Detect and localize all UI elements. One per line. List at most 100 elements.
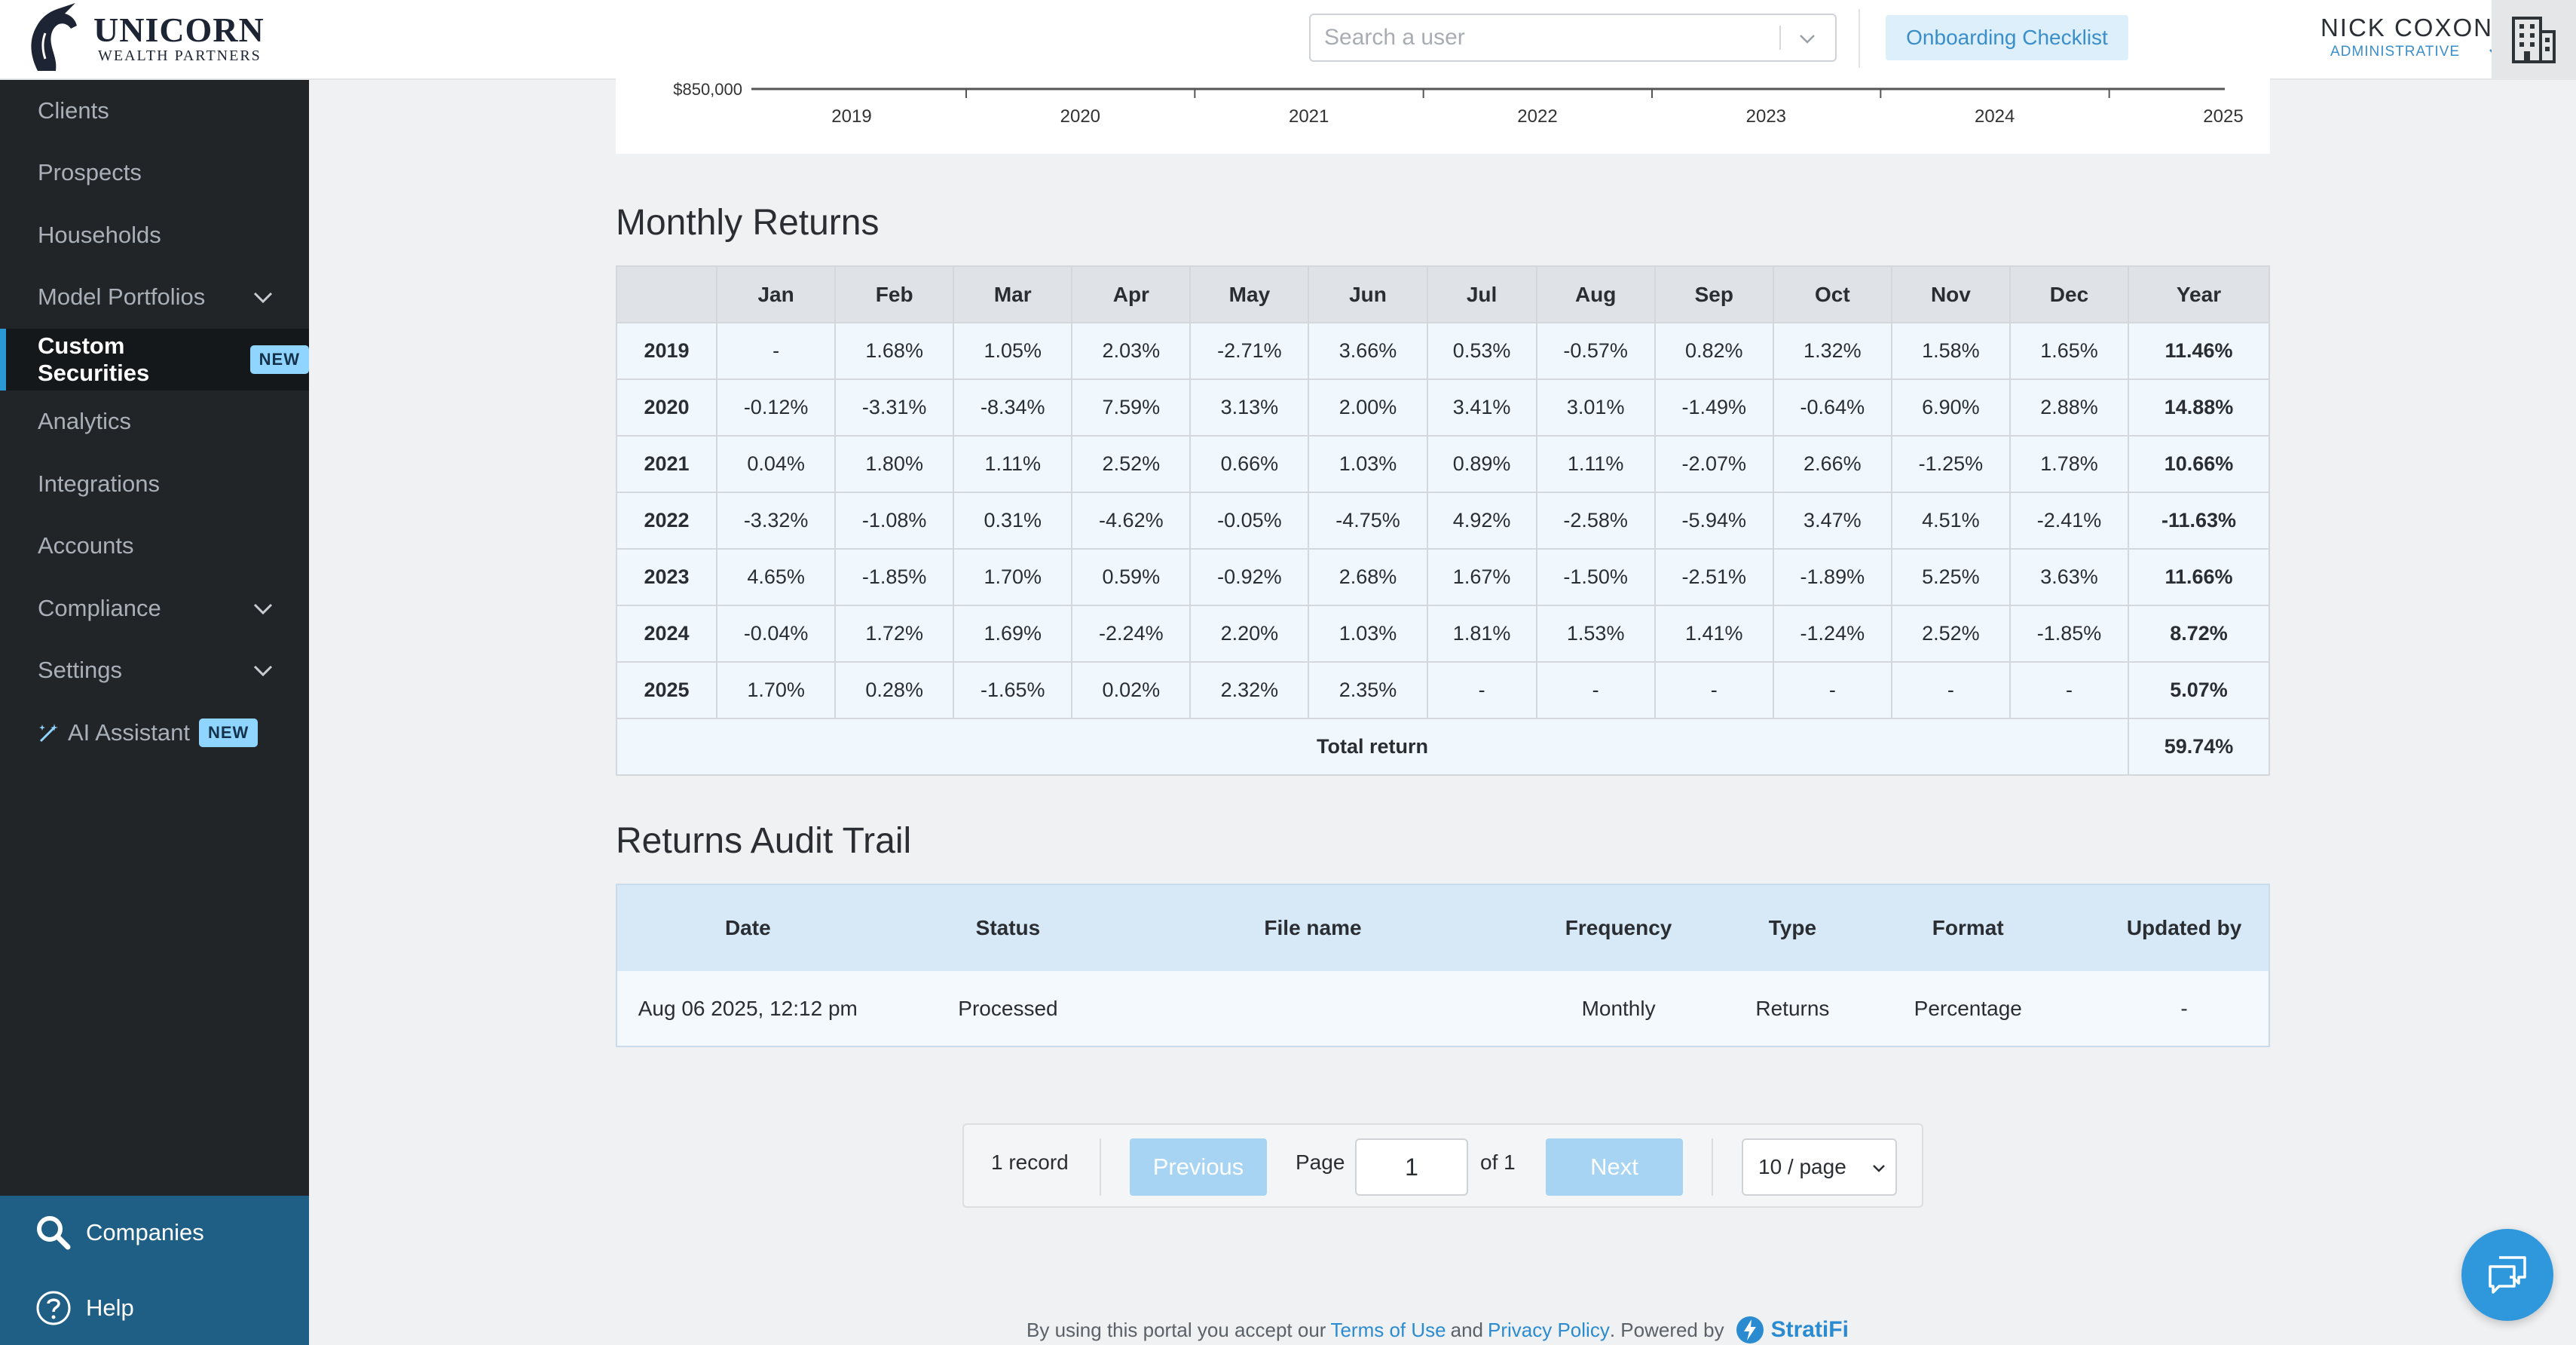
sidebar-item-compliance[interactable]: Compliance xyxy=(0,578,309,639)
user-menu[interactable]: NICK COXON ADMINISTRATIVE xyxy=(2291,14,2510,66)
return-cell: - xyxy=(716,322,837,380)
column-header-year: Year xyxy=(2128,265,2270,323)
audit-header-type: Type xyxy=(1748,884,1837,971)
return-cell: - xyxy=(1654,661,1774,719)
audit-cell-updated-by: - xyxy=(2100,971,2269,1046)
previous-button[interactable]: Previous xyxy=(1130,1138,1267,1196)
sidebar-bottom-panel: Companies Help xyxy=(0,1196,309,1345)
table-row: 2021 0.04% 1.80% 1.11% 2.52% 0.66% 1.03% 0.89% 1… xyxy=(615,435,2270,493)
sidebar-item-integrations[interactable]: Integrations xyxy=(0,453,309,515)
return-cell: 1.03% xyxy=(1308,435,1428,493)
return-cell: 0.66% xyxy=(1189,435,1310,493)
x-tick-label: 2022 xyxy=(1517,106,1557,127)
brand-name: StratiFi xyxy=(1770,1317,1849,1342)
return-cell: 0.02% xyxy=(1071,661,1192,719)
sidebar-item-prospects[interactable]: Prospects xyxy=(0,142,309,204)
sidebar-item-households[interactable]: Households xyxy=(0,204,309,266)
return-cell: 0.82% xyxy=(1654,322,1774,380)
chat-button[interactable] xyxy=(2461,1229,2553,1321)
return-cell: -1.50% xyxy=(1535,548,1656,606)
return-cell: 1.41% xyxy=(1654,605,1774,663)
returns-header-row: Jan Feb Mar Apr May Jun Jul Aug Sep Oct Nov Dec Year xyxy=(615,265,2270,323)
chevron-down-icon[interactable] xyxy=(250,597,276,620)
companies-link[interactable]: Companies xyxy=(35,1214,204,1252)
x-tick-label: 2025 xyxy=(2203,106,2243,127)
audit-header-updated-by: Updated by xyxy=(2100,884,2269,971)
row-year-label: 2024 xyxy=(615,605,718,663)
return-cell: 1.53% xyxy=(1535,605,1656,663)
chevron-down-icon[interactable] xyxy=(250,286,276,308)
stratifi-brand[interactable]: StratiFi xyxy=(1735,1315,1849,1345)
return-cell: 4.51% xyxy=(1890,492,2011,550)
sidebar-item-label: Settings xyxy=(38,657,123,683)
page-number-input[interactable] xyxy=(1355,1138,1468,1196)
return-cell: 3.63% xyxy=(2008,548,2130,606)
return-cell: 6.90% xyxy=(1890,378,2011,437)
return-cell: 1.72% xyxy=(834,605,955,663)
sidebar-item-label: Households xyxy=(38,222,161,248)
footer-prefix: By using this portal you accept our xyxy=(1026,1318,1326,1341)
return-cell: 1.03% xyxy=(1308,605,1428,663)
return-cell: 2.52% xyxy=(1071,435,1192,493)
logo-subtitle: WEALTH PARTNERS xyxy=(98,47,262,64)
return-cell: 1.65% xyxy=(2008,322,2130,380)
user-search[interactable] xyxy=(1309,14,1837,62)
annual-return-cell: 11.46% xyxy=(2128,322,2270,380)
value-chart-svg: $850,000 2019 2020 2021 2022 2023 2024 2025 xyxy=(673,80,2339,127)
table-row: 2023 4.65% -1.85% 1.70% 0.59% -0.92% 2.68% 1.67… xyxy=(615,548,2270,606)
company-logo[interactable]: UNICORN WEALTH PARTNERS xyxy=(23,3,265,74)
onboarding-checklist-button[interactable]: Onboarding Checklist xyxy=(1886,15,2128,60)
return-cell: 1.68% xyxy=(834,322,955,380)
annual-return-cell: 8.72% xyxy=(2128,605,2270,663)
sidebar-item-label: Prospects xyxy=(38,159,142,185)
page-size-value: 10 / page xyxy=(1758,1155,1846,1178)
column-header-jan: Jan xyxy=(716,265,837,323)
row-year-label: 2023 xyxy=(615,548,718,606)
column-header-may: May xyxy=(1189,265,1310,323)
sidebar-item-clients[interactable]: Clients xyxy=(0,80,309,142)
company-switcher-button[interactable] xyxy=(2492,0,2576,80)
return-cell: -2.58% xyxy=(1535,492,1656,550)
new-badge: NEW xyxy=(249,345,309,374)
sidebar-item-custom-securities[interactable]: Custom Securities NEW xyxy=(0,329,309,391)
return-cell: - xyxy=(1890,661,2011,719)
page-size-select[interactable]: 10 / page xyxy=(1742,1138,1897,1196)
return-cell: -1.85% xyxy=(834,548,955,606)
unicorn-logo-icon xyxy=(31,3,77,71)
return-cell: -0.57% xyxy=(1535,322,1656,380)
terms-link[interactable]: Terms of Use xyxy=(1330,1319,1446,1342)
monthly-returns-title: Monthly Returns xyxy=(616,203,880,243)
annual-return-cell: 5.07% xyxy=(2128,661,2270,719)
x-tick-label: 2021 xyxy=(1289,106,1329,127)
help-link[interactable]: Help xyxy=(35,1289,134,1327)
sidebar-item-label: Clients xyxy=(38,97,109,124)
sidebar-item-analytics[interactable]: Analytics xyxy=(0,391,309,452)
y-tick-label: $850,000 xyxy=(673,80,742,99)
row-year-label: 2020 xyxy=(615,378,718,437)
corner-header xyxy=(615,265,718,323)
x-tick-label: 2024 xyxy=(1975,106,2015,127)
sidebar-item-settings[interactable]: Settings xyxy=(0,639,309,701)
search-input[interactable] xyxy=(1324,15,1776,60)
next-button[interactable]: Next xyxy=(1546,1138,1683,1196)
sidebar-item-accounts[interactable]: Accounts xyxy=(0,515,309,577)
chevron-down-icon[interactable] xyxy=(250,659,276,682)
magic-wand-icon xyxy=(39,724,58,743)
chevron-down-icon[interactable] xyxy=(1796,27,1819,50)
privacy-link[interactable]: Privacy Policy xyxy=(1488,1319,1610,1342)
sidebar-item-model-portfolios[interactable]: Model Portfolios xyxy=(0,266,309,328)
return-cell: 1.05% xyxy=(953,322,1073,380)
return-cell: 2.20% xyxy=(1189,605,1310,663)
audit-header-date: Date xyxy=(616,884,879,971)
sidebar-item-ai-assistant[interactable]: AI Assistant NEW xyxy=(0,702,309,764)
return-cell: -3.32% xyxy=(716,492,837,550)
audit-cell-file-name xyxy=(1137,971,1488,1046)
annual-return-cell: 11.66% xyxy=(2128,548,2270,606)
column-header-sep: Sep xyxy=(1654,265,1774,323)
column-header-feb: Feb xyxy=(834,265,955,323)
total-row: Total return 59.74% xyxy=(615,718,2270,776)
return-cell: -4.62% xyxy=(1071,492,1192,550)
footer-and: and xyxy=(1450,1318,1483,1341)
return-cell: 1.78% xyxy=(2008,435,2130,493)
return-cell: 2.00% xyxy=(1308,378,1428,437)
